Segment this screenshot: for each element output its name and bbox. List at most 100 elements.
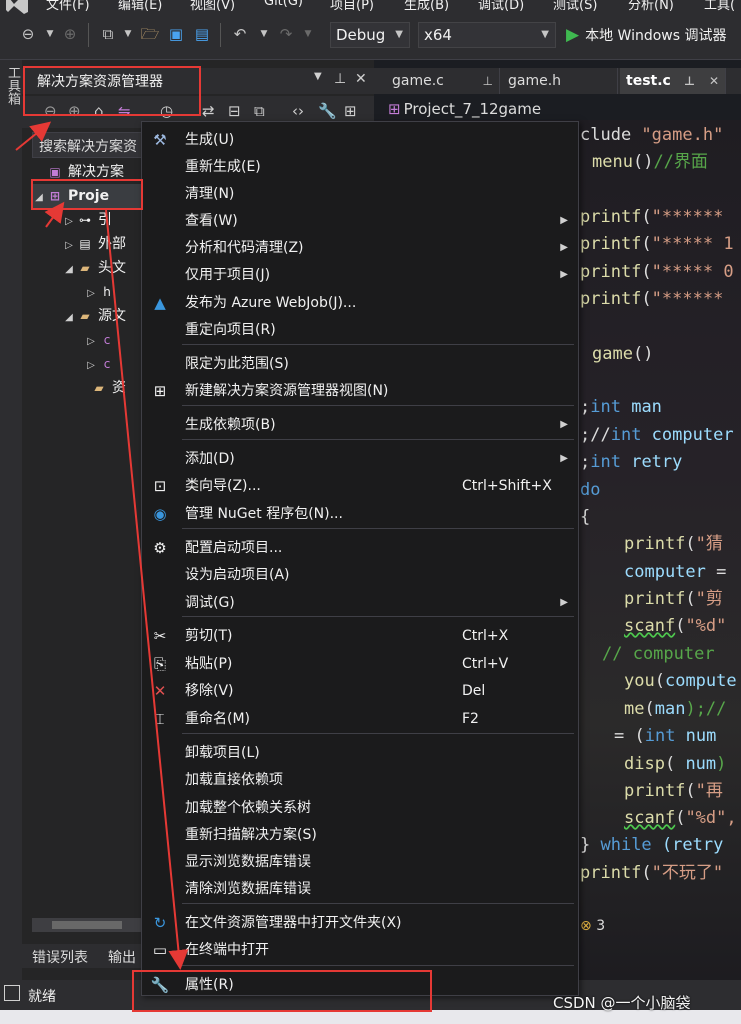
collapse-all-icon[interactable]: ⊟ <box>228 102 241 120</box>
scrollbar-thumb[interactable] <box>52 921 122 929</box>
menu-debug[interactable]: 调试(D) <box>478 0 524 13</box>
menu-item[interactable]: ⚒ 生成(U) <box>142 128 578 152</box>
tree-item-references[interactable]: ▷ ⊶ 引 <box>62 208 112 232</box>
menu-item[interactable]: 生成依赖项(B) ▶ <box>142 413 578 437</box>
code-line: printf("再 <box>624 778 723 804</box>
undo-icon[interactable]: ↶ <box>230 24 250 44</box>
menu-analyze[interactable]: 分析(N) <box>628 0 674 13</box>
tree-item-resource-files[interactable]: ▰ 资 <box>76 376 126 400</box>
menu-item[interactable]: 查看(W) ▶ <box>142 209 578 233</box>
tab-game-h[interactable]: game.h <box>502 68 618 94</box>
submenu-arrow-icon: ▶ <box>560 242 568 253</box>
menu-project[interactable]: 项目(P) <box>330 0 374 13</box>
preview-icon[interactable]: ⊞ <box>344 102 357 120</box>
toolbar-separator <box>88 23 89 47</box>
tab-game-c[interactable]: game.c ⊥ <box>386 68 500 94</box>
menu-file[interactable]: 文件(F) <box>46 0 90 13</box>
menu-item[interactable]: 卸载项目(L) <box>142 741 578 765</box>
menu-view[interactable]: 视图(V) <box>190 0 235 13</box>
tree-item-source-files[interactable]: ◢ ▰ 源文 <box>62 304 126 328</box>
pin-icon[interactable]: ⊥ <box>483 68 493 94</box>
close-icon[interactable]: ✕ <box>355 71 367 87</box>
redo-icon[interactable]: ↷ <box>276 24 296 44</box>
menu-item[interactable]: 清除浏览数据库错误 <box>142 877 578 901</box>
menu-item[interactable]: 调试(G) ▶ <box>142 591 578 615</box>
chevron-down-icon[interactable]: ▼ <box>298 24 318 44</box>
menu-item[interactable]: ▭ 在终端中打开 <box>142 938 578 962</box>
submenu-arrow-icon: ▶ <box>560 419 568 430</box>
save-all-icon[interactable]: ▤ <box>192 24 212 44</box>
menu-item-shortcut: F2 <box>462 711 479 727</box>
menu-item[interactable]: 设为启动项目(A) <box>142 563 578 587</box>
configuration-select[interactable]: Debug ▼ <box>330 22 410 48</box>
chevron-down-icon[interactable]: ▼ <box>314 71 322 82</box>
save-icon[interactable]: ▣ <box>166 24 186 44</box>
tree-item-external-deps[interactable]: ▷ ▤ 外部 <box>62 232 126 256</box>
close-icon[interactable]: ✕ <box>709 68 719 94</box>
tree-item-header-file[interactable]: ▷ h <box>84 280 120 304</box>
tab-output[interactable]: 输出 <box>108 947 136 967</box>
menu-item-shortcut: Ctrl+X <box>462 628 509 644</box>
menu-item[interactable]: 限定为此范围(S) <box>142 352 578 376</box>
menu-item[interactable]: 显示浏览数据库错误 <box>142 850 578 874</box>
issues-indicator[interactable]: ⊗ 3 <box>580 918 605 934</box>
menu-item[interactable]: ⊞ 新建解决方案资源管理器视图(N) <box>142 379 578 403</box>
project-navigation-bar[interactable]: ⊞ Project_7_12game <box>388 98 741 120</box>
output-window-icon[interactable] <box>4 985 20 1001</box>
tree-item-source-file[interactable]: ▷ c <box>84 352 120 376</box>
tab-label: game.h <box>508 73 562 89</box>
menu-test[interactable]: 测试(S) <box>553 0 597 13</box>
menu-git[interactable]: Git(G) <box>264 0 303 9</box>
menu-item[interactable]: 加载直接依赖项 <box>142 768 578 792</box>
horizontal-scrollbar[interactable] <box>32 918 142 932</box>
show-all-files-icon[interactable]: ⧉ <box>254 102 265 120</box>
tree-item-header-files[interactable]: ◢ ▰ 头文 <box>62 256 126 280</box>
menu-item[interactable]: ✂ 剪切(T) Ctrl+X <box>142 624 578 648</box>
start-debugging-button[interactable]: ▶ 本地 Windows 调试器 <box>566 22 726 48</box>
menu-item[interactable]: ✕ 移除(V) Del <box>142 679 578 703</box>
platform-select[interactable]: x64 ▼ <box>418 22 556 48</box>
code-token: retry <box>620 452 683 472</box>
tab-error-list[interactable]: 错误列表 <box>32 947 88 967</box>
code-token: num <box>675 726 717 746</box>
menu-item[interactable]: 仅用于项目(J) ▶ <box>142 263 578 287</box>
menu-item[interactable]: ▲ 发布为 Azure WebJob(J)... <box>142 291 578 315</box>
menu-build[interactable]: 生成(B) <box>404 0 449 13</box>
menu-item-label: 调试(G) <box>185 595 235 611</box>
back-icon[interactable]: ⊖ <box>18 24 38 44</box>
forward-icon[interactable]: ⊕ <box>60 24 80 44</box>
menu-item[interactable]: 加载整个依赖关系树 <box>142 796 578 820</box>
toolbox-tab[interactable]: 工具箱 <box>3 66 22 105</box>
menu-item[interactable]: ⎘ 粘贴(P) Ctrl+V <box>142 652 578 676</box>
open-folder-icon[interactable]: 🗁 <box>140 24 160 44</box>
sync-icon[interactable]: ⇄ <box>202 102 215 120</box>
menu-item[interactable]: 重新扫描解决方案(S) <box>142 823 578 847</box>
menu-item[interactable]: ◉ 管理 NuGet 程序包(N)... <box>142 502 578 526</box>
menu-item[interactable]: ⊡ 类向导(Z)... Ctrl+Shift+X <box>142 474 578 498</box>
pin-icon[interactable]: ⊥ <box>684 68 695 94</box>
menu-item[interactable]: 清理(N) <box>142 182 578 206</box>
menu-edit[interactable]: 编辑(E) <box>118 0 162 13</box>
code-token: ;// <box>580 425 611 445</box>
new-project-icon[interactable]: ⧉ <box>98 24 118 44</box>
pin-icon[interactable]: ⊥ <box>334 71 346 87</box>
chevron-down-icon[interactable]: ▼ <box>40 24 60 44</box>
tab-test-c[interactable]: test.c ⊥ ✕ <box>620 68 726 94</box>
menu-tools[interactable]: 工具( <box>704 0 735 13</box>
toolbox-strip: 工具箱 <box>0 60 22 980</box>
menu-item[interactable]: 重新生成(E) <box>142 155 578 179</box>
code-token: "%d", <box>685 808 737 828</box>
collapsed-arrow-icon: ▷ <box>87 336 95 347</box>
menu-item[interactable]: ⚙ 配置启动项目... <box>142 536 578 560</box>
code-token: ( <box>675 808 686 828</box>
tree-item-source-file[interactable]: ▷ c <box>84 328 120 352</box>
chevron-down-icon[interactable]: ▼ <box>254 24 274 44</box>
menu-item[interactable]: 添加(D) ▶ <box>142 447 578 471</box>
menu-item[interactable]: ↻ 在文件资源管理器中打开文件夹(X) <box>142 911 578 935</box>
code-view-icon[interactable]: ‹› <box>292 102 304 120</box>
menu-item[interactable]: 重定向项目(R) <box>142 318 578 342</box>
menu-item[interactable]: 分析和代码清理(Z) ▶ <box>142 236 578 260</box>
chevron-down-icon[interactable]: ▼ <box>118 24 138 44</box>
menu-item[interactable]: ⌶ 重命名(M) F2 <box>142 707 578 731</box>
properties-wrench-icon[interactable]: 🔧 <box>318 102 337 120</box>
